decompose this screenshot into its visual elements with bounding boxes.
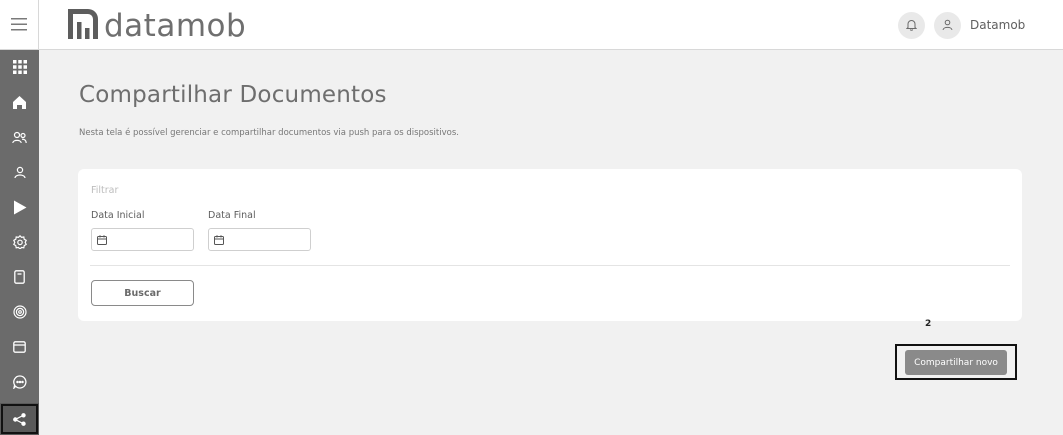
fingerprint-icon xyxy=(12,305,27,319)
annotation-number: 2 xyxy=(925,319,932,329)
chat-icon xyxy=(12,375,27,389)
share-new-button[interactable]: Compartilhar novo xyxy=(905,350,1007,375)
menu-toggle[interactable] xyxy=(0,0,39,50)
brand-prefix: data xyxy=(104,8,176,44)
hamburger-menu-icon[interactable] xyxy=(11,18,27,31)
share-icon xyxy=(13,412,26,426)
datamob-logo[interactable]: datamob xyxy=(68,9,246,43)
calendar-icon xyxy=(214,230,224,249)
end-date-input[interactable] xyxy=(208,228,311,251)
datamob-logo-mark-icon xyxy=(68,9,98,43)
filter-card: Filtrar Data Inicial Data Final Buscar xyxy=(78,169,1022,321)
brand-name: datamob xyxy=(104,9,246,43)
filter-title: Filtrar xyxy=(91,185,119,196)
start-date-label: Data Inicial xyxy=(91,210,145,221)
brand-suffix: mob xyxy=(175,8,247,44)
user-name[interactable]: Datamob xyxy=(970,18,1025,32)
top-header: datamob Datamob xyxy=(39,0,1063,50)
device-icon xyxy=(14,270,25,284)
end-date-label: Data Final xyxy=(208,210,256,221)
users-icon xyxy=(12,131,27,144)
filter-divider xyxy=(90,265,1010,266)
sidebar-item-messages[interactable] xyxy=(0,365,39,399)
grid-icon xyxy=(12,60,27,74)
page-title: Compartilhar Documentos xyxy=(79,82,387,108)
sidebar-item-profile[interactable] xyxy=(0,155,39,189)
sidebar-item-browser[interactable] xyxy=(0,330,39,364)
search-button[interactable]: Buscar xyxy=(91,280,194,306)
sidebar-item-dashboard[interactable] xyxy=(0,50,39,84)
sidebar-item-security[interactable] xyxy=(0,295,39,329)
sidebar-item-share-documents[interactable] xyxy=(0,403,39,435)
start-date-input[interactable] xyxy=(91,228,194,251)
sidebar-item-users[interactable] xyxy=(0,120,39,154)
browser-icon xyxy=(13,341,26,353)
sidebar-item-home[interactable] xyxy=(0,85,39,119)
page-description: Nesta tela é possível gerenciar e compar… xyxy=(79,128,459,138)
sidebar-item-devices[interactable] xyxy=(0,260,39,294)
notifications-button[interactable] xyxy=(898,12,925,39)
calendar-icon xyxy=(97,230,107,249)
user-icon xyxy=(13,166,26,179)
play-store-icon xyxy=(13,200,27,215)
bell-icon xyxy=(905,16,918,35)
settings-icon xyxy=(12,235,27,249)
user-icon xyxy=(942,16,953,35)
sidebar-item-settings[interactable] xyxy=(0,225,39,259)
user-avatar-button[interactable] xyxy=(934,12,961,39)
sidebar-item-apps[interactable] xyxy=(0,190,39,224)
home-icon xyxy=(12,95,27,109)
